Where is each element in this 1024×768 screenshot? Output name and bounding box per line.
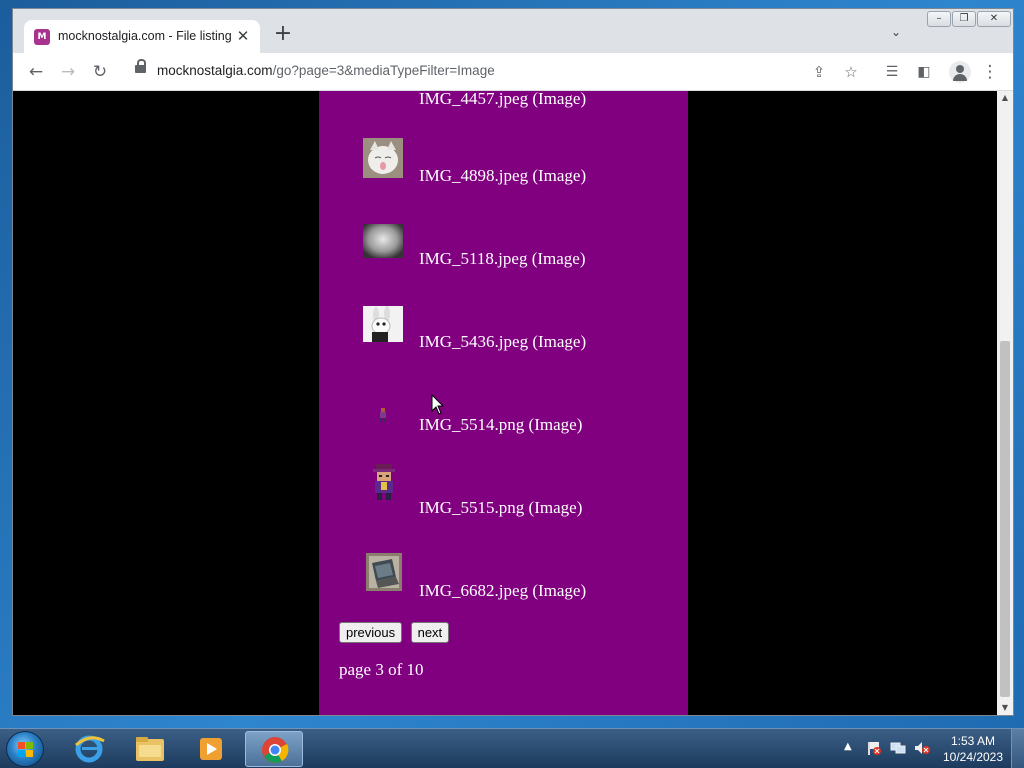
browser-window: M mocknostalgia.com - File listing ✕ + ⌄… [12, 8, 1014, 716]
url-text[interactable]: mocknostalgia.com/go?page=3&mediaTypeFil… [157, 63, 495, 78]
sprite-thumbnail-image[interactable] [377, 407, 389, 423]
rabbid-thumbnail-image[interactable] [363, 306, 403, 342]
scroll-down-arrow-icon[interactable]: ▼ [997, 701, 1013, 715]
url-path: /go?page=3&mediaTypeFilter=Image [272, 63, 495, 78]
action-center-flag-icon[interactable] [866, 741, 882, 755]
site-favicon-icon: M [34, 29, 50, 45]
system-clock[interactable]: 1:53 AM 10/24/2023 [938, 733, 1008, 765]
next-page-button[interactable]: next [410, 622, 450, 643]
file-name-link[interactable]: IMG_4898.jpeg (Image) [419, 166, 586, 186]
tray-expand-arrow-icon[interactable]: ▲ [844, 741, 852, 752]
address-bar[interactable]: mocknostalgia.com/go?page=3&mediaTypeFil… [127, 57, 863, 86]
file-listing-panel: IMG_4457.jpeg (Image) IMG_4898.jpeg (Ima… [319, 91, 688, 715]
file-name-link[interactable]: IMG_6682.jpeg (Image) [419, 581, 586, 601]
window-minimize-button[interactable]: – [927, 11, 951, 27]
reading-list-icon[interactable]: ☰ [879, 59, 905, 85]
file-name-link[interactable]: IMG_5515.png (Image) [419, 498, 582, 518]
file-name-link[interactable]: IMG_5118.jpeg (Image) [419, 249, 586, 269]
blurred-photo-thumbnail-image[interactable] [363, 224, 403, 258]
start-button[interactable] [6, 731, 44, 767]
network-icon[interactable] [890, 741, 906, 755]
tab-search-chevron-icon[interactable]: ⌄ [891, 25, 901, 39]
pixel-character-thumbnail-image[interactable] [371, 462, 397, 502]
list-item[interactable]: IMG_4898.jpeg (Image) [363, 138, 683, 198]
file-name-link[interactable]: IMG_5514.png (Image) [419, 415, 582, 435]
tab-file-listing[interactable]: M mocknostalgia.com - File listing ✕ [24, 20, 260, 53]
tab-title: mocknostalgia.com - File listing [58, 29, 232, 43]
pagination-controls: previous next [339, 622, 453, 643]
previous-page-button[interactable]: previous [339, 622, 403, 643]
window-close-button[interactable]: ✕ [977, 11, 1011, 27]
tab-close-icon[interactable]: ✕ [234, 27, 252, 45]
list-item[interactable]: IMG_6682.jpeg (Image) [363, 553, 683, 613]
page-viewport: IMG_4457.jpeg (Image) IMG_4898.jpeg (Ima… [13, 91, 997, 715]
clock-date: 10/24/2023 [942, 750, 1004, 764]
share-icon[interactable]: ⇪ [807, 60, 831, 84]
new-tab-button[interactable]: + [271, 23, 295, 47]
list-item[interactable]: IMG_5436.jpeg (Image) [363, 304, 683, 364]
tab-strip: M mocknostalgia.com - File listing ✕ + ⌄… [13, 9, 1013, 53]
file-name-link[interactable]: IMG_5436.jpeg (Image) [419, 332, 586, 352]
profile-avatar-icon[interactable] [949, 61, 971, 83]
back-arrow-icon[interactable]: ← [23, 59, 49, 85]
page-scrollbar[interactable]: ▲ ▼ [997, 91, 1013, 715]
scrollbar-thumb[interactable] [1000, 341, 1010, 697]
file-explorer-taskbar-icon[interactable] [121, 731, 179, 767]
list-item[interactable]: IMG_4457.jpeg (Image) [363, 91, 683, 111]
reload-icon[interactable]: ↻ [87, 59, 113, 85]
side-panel-icon[interactable]: ◧ [911, 59, 937, 85]
bookmark-star-icon[interactable]: ☆ [839, 60, 863, 84]
windows-taskbar: ▲ 1:53 AM 10/24/2023 [0, 728, 1024, 768]
page-info-text: page 3 of 10 [339, 660, 424, 679]
media-player-taskbar-icon[interactable] [182, 731, 240, 767]
url-host: mocknostalgia.com [157, 63, 273, 78]
window-restore-button[interactable]: ❐ [952, 11, 976, 27]
lock-icon[interactable] [135, 59, 146, 73]
menu-kebab-icon[interactable]: ⋮ [977, 59, 1003, 85]
windows-logo-icon [18, 742, 34, 758]
browser-toolbar: ← → ↻ mocknostalgia.com/go?page=3&mediaT… [13, 53, 1013, 91]
internet-explorer-taskbar-icon[interactable] [60, 731, 118, 767]
cat-thumbnail-image[interactable] [363, 138, 403, 178]
list-item[interactable]: IMG_5515.png (Image) [363, 464, 683, 530]
clock-time: 1:53 AM [950, 734, 996, 748]
laptop-photo-thumbnail-image[interactable] [366, 553, 402, 591]
mouse-cursor-icon [431, 394, 445, 415]
volume-muted-icon[interactable] [914, 741, 930, 755]
forward-arrow-icon[interactable]: → [55, 59, 81, 85]
file-name-link[interactable]: IMG_4457.jpeg (Image) [419, 91, 586, 109]
list-item[interactable]: IMG_5118.jpeg (Image) [363, 221, 683, 281]
scroll-up-arrow-icon[interactable]: ▲ [997, 91, 1013, 105]
list-item[interactable]: IMG_5514.png (Image) [363, 387, 683, 447]
chrome-taskbar-icon[interactable] [245, 731, 303, 767]
show-desktop-button[interactable] [1011, 729, 1024, 768]
